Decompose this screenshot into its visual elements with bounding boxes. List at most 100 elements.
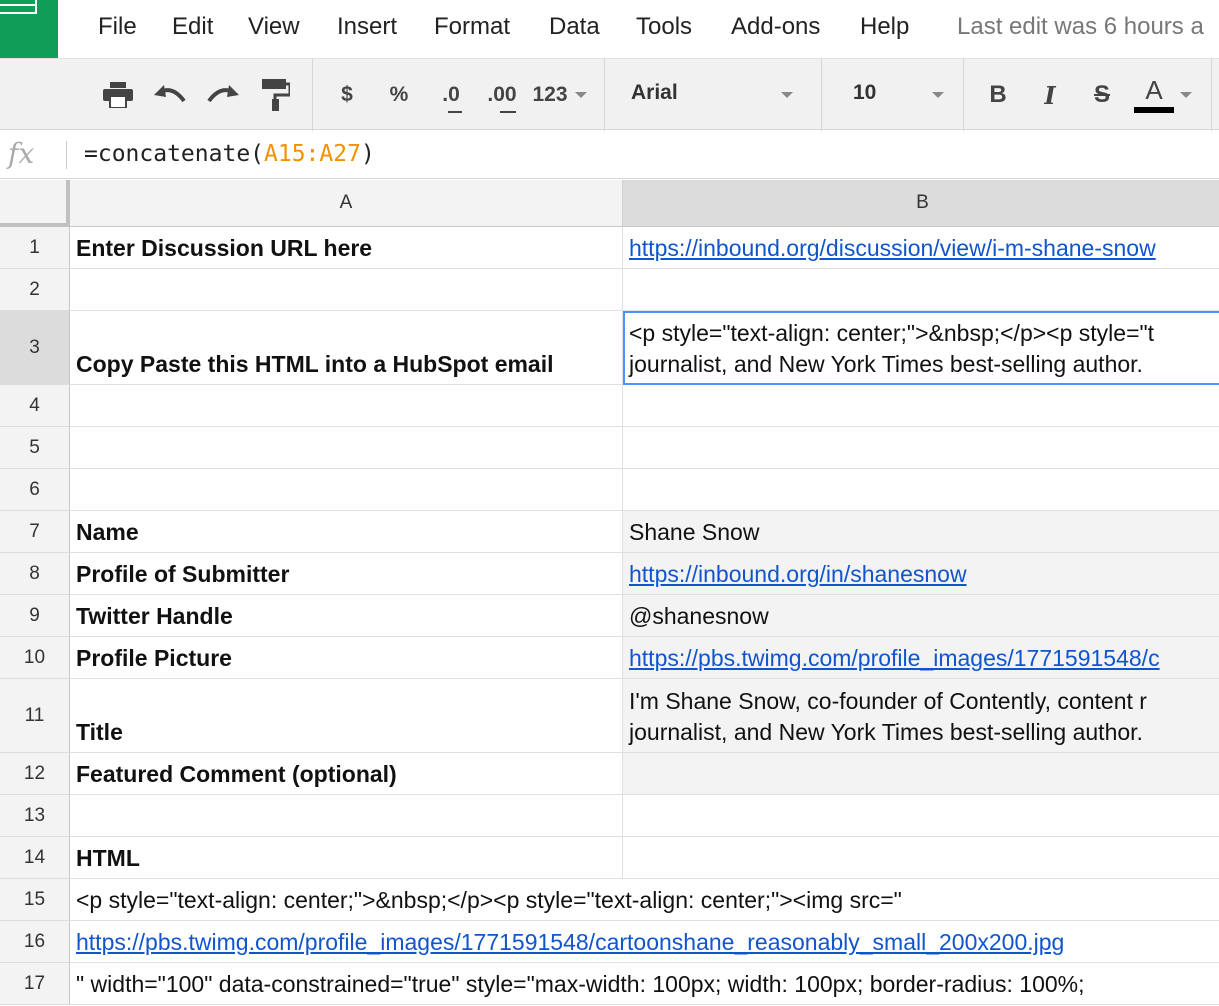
cell-a14[interactable]: HTML <box>70 837 623 879</box>
cell-a17[interactable]: " width="100" data-constrained="true" st… <box>70 963 1219 1005</box>
last-edit-status[interactable]: Last edit was 6 hours a <box>957 12 1204 42</box>
cell-a12[interactable]: Featured Comment (optional) <box>70 753 623 795</box>
column-header-a[interactable]: A <box>70 180 623 227</box>
menu-insert[interactable]: Insert <box>337 12 397 42</box>
cell-b11-line: I'm Shane Snow, co-founder of Contently,… <box>629 688 1147 714</box>
row-header-12[interactable]: 12 <box>0 753 70 795</box>
row-header-11[interactable]: 11 <box>0 679 70 753</box>
font-family-select[interactable]: Arial <box>631 81 678 105</box>
cell-b7[interactable]: Shane Snow <box>623 511 1219 553</box>
text-color-label: A <box>1145 74 1163 105</box>
cell-a2[interactable] <box>70 269 623 311</box>
row-header-7[interactable]: 7 <box>0 511 70 553</box>
row-header-5[interactable]: 5 <box>0 427 70 469</box>
select-all-corner[interactable] <box>0 180 70 227</box>
cell-b7-line: Shane Snow <box>629 519 760 545</box>
italic-button[interactable]: I <box>1036 59 1064 131</box>
increase-decimal-label: .00 <box>487 83 517 106</box>
toolbar: $ % .0 .00 123 Arial 10 B I S A <box>0 58 1219 131</box>
row-header-10[interactable]: 10 <box>0 637 70 679</box>
undo-icon <box>154 85 186 103</box>
cell-a9[interactable]: Twitter Handle <box>70 595 623 637</box>
cell-a8[interactable]: Profile of Submitter <box>70 553 623 595</box>
paint-format-button[interactable] <box>258 59 294 131</box>
row-header-17[interactable]: 17 <box>0 963 70 1005</box>
print-button[interactable] <box>100 59 136 131</box>
cell-a3[interactable]: Copy Paste this HTML into a HubSpot emai… <box>70 311 623 385</box>
cell-a7[interactable]: Name <box>70 511 623 553</box>
function-icon: fx <box>8 137 35 170</box>
row-header-2[interactable]: 2 <box>0 269 70 311</box>
currency-format-button[interactable]: $ <box>334 59 360 131</box>
row-header-9[interactable]: 9 <box>0 595 70 637</box>
cell-b10[interactable]: https://pbs.twimg.com/profile_images/177… <box>623 637 1219 679</box>
percent-format-button[interactable]: % <box>384 59 414 131</box>
row-header-8[interactable]: 8 <box>0 553 70 595</box>
text-color-swatch <box>1134 107 1174 113</box>
cell-b9[interactable]: @shanesnow <box>623 595 1219 637</box>
menu-edit[interactable]: Edit <box>172 12 213 42</box>
right-arrow-icon <box>500 111 516 113</box>
row-header-6[interactable]: 6 <box>0 469 70 511</box>
toolbar-divider <box>312 59 313 131</box>
cell-b12[interactable] <box>623 753 1219 795</box>
cell-b1[interactable]: https://inbound.org/discussion/view/i-m-… <box>623 227 1219 269</box>
cell-b3[interactable]: <p style="text-align: center;">&nbsp;</p… <box>623 311 1219 385</box>
cell-b5[interactable] <box>623 427 1219 469</box>
formula-prefix: =concatenate( <box>84 141 265 167</box>
bold-button[interactable]: B <box>984 59 1012 131</box>
cell-b8[interactable]: https://inbound.org/in/shanesnow <box>623 553 1219 595</box>
formula-bar: fx =concatenate(A15:A27) <box>0 131 1219 179</box>
menu-help[interactable]: Help <box>860 12 909 42</box>
cell-b13[interactable] <box>623 795 1219 837</box>
cell-a1[interactable]: Enter Discussion URL here <box>70 227 623 269</box>
decrease-decimal-label: .0 <box>442 83 460 106</box>
cell-a13[interactable] <box>70 795 623 837</box>
row-header-13[interactable]: 13 <box>0 795 70 837</box>
cell-a6[interactable] <box>70 469 623 511</box>
text-color-button[interactable]: A <box>1134 59 1174 131</box>
formula-input[interactable]: =concatenate(A15:A27) <box>84 141 375 167</box>
row-header-16[interactable]: 16 <box>0 921 70 963</box>
left-arrow-icon <box>448 111 462 113</box>
paint-roller-icon <box>262 79 290 111</box>
row-header-1[interactable]: 1 <box>0 227 70 269</box>
undo-button[interactable] <box>152 59 188 131</box>
menu-data[interactable]: Data <box>549 12 600 42</box>
cell-a10[interactable]: Profile Picture <box>70 637 623 679</box>
menu-add-ons[interactable]: Add-ons <box>731 12 820 42</box>
cell-b8-line: https://inbound.org/in/shanesnow <box>629 561 967 587</box>
menu-file[interactable]: File <box>98 12 137 42</box>
cell-b14[interactable] <box>623 837 1219 879</box>
row-header-15[interactable]: 15 <box>0 879 70 921</box>
toolbar-divider <box>821 59 822 131</box>
more-formats-button[interactable]: 123 <box>530 59 570 131</box>
row-header-14[interactable]: 14 <box>0 837 70 879</box>
chevron-down-icon <box>575 92 587 98</box>
cell-b6[interactable] <box>623 469 1219 511</box>
column-header-b[interactable]: B <box>623 180 1219 227</box>
print-icon <box>103 82 133 108</box>
menu-format[interactable]: Format <box>434 12 510 42</box>
row-header-3[interactable]: 3 <box>0 311 70 385</box>
cell-b4[interactable] <box>623 385 1219 427</box>
strikethrough-button[interactable]: S <box>1088 59 1116 131</box>
increase-decimal-button[interactable]: .00 <box>482 59 522 131</box>
font-size-select[interactable]: 10 <box>853 81 876 105</box>
row-header-4[interactable]: 4 <box>0 385 70 427</box>
toolbar-divider <box>1211 59 1212 131</box>
sheets-logo-icon[interactable] <box>0 0 58 58</box>
cell-a5[interactable] <box>70 427 623 469</box>
cell-a4[interactable] <box>70 385 623 427</box>
cell-b11[interactable]: I'm Shane Snow, co-founder of Contently,… <box>623 679 1219 753</box>
menu-view[interactable]: View <box>248 12 300 42</box>
cell-b2[interactable] <box>623 269 1219 311</box>
decrease-decimal-button[interactable]: .0 <box>434 59 468 131</box>
redo-button[interactable] <box>205 59 241 131</box>
menu-tools[interactable]: Tools <box>636 12 692 42</box>
cell-a15[interactable]: <p style="text-align: center;">&nbsp;</p… <box>70 879 1219 921</box>
redo-icon <box>207 85 239 103</box>
cell-a11[interactable]: Title <box>70 679 623 753</box>
cell-a16[interactable]: https://pbs.twimg.com/profile_images/177… <box>70 921 1219 963</box>
cell-b11-line: journalist, and New York Times best-sell… <box>629 719 1143 745</box>
